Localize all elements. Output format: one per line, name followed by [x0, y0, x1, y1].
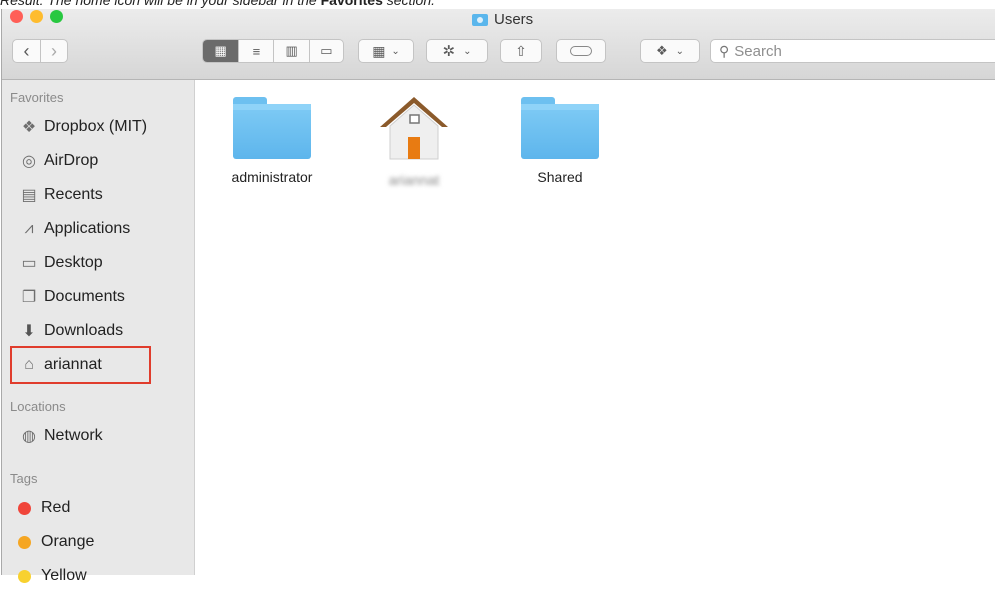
folder-icon — [233, 97, 311, 159]
tags-button[interactable] — [556, 39, 606, 63]
titlebar: Users ‹ › ▦ ≡ ▥ ▭ ▦ ⌄ ✲ ⌄ ⇧ ❖ ⌄ ⚲ Search — [2, 9, 995, 80]
sidebar: Favorites ❖ Dropbox (MIT) ◎ AirDrop ▤ Recen… — [2, 80, 195, 584]
home-folder-icon — [380, 97, 448, 160]
icon-view-button[interactable]: ▦ — [203, 40, 240, 62]
sidebar-item-dropbox[interactable]: ❖ Dropbox (MIT) — [18, 114, 147, 140]
view-mode-control: ▦ ≡ ▥ ▭ — [202, 39, 344, 63]
search-icon: ⚲ — [719, 42, 730, 59]
share-button[interactable]: ⇧ — [500, 39, 542, 63]
chevron-down-icon: ⌄ — [391, 45, 400, 57]
red-tag-icon — [18, 501, 31, 515]
favorites-header: Favorites — [10, 90, 64, 105]
downloads-icon: ⬇ — [22, 323, 36, 340]
list-view-button[interactable]: ≡ — [239, 40, 275, 62]
sidebar-tag-yellow[interactable]: Yellow — [12, 563, 87, 589]
search-placeholder: Search — [734, 42, 782, 60]
folder-icon — [472, 13, 488, 26]
back-forward-control: ‹ › — [12, 39, 68, 63]
recents-icon: ▤ — [21, 187, 37, 204]
minimize-window-button[interactable] — [30, 10, 43, 23]
network-icon: ◍ — [22, 428, 36, 445]
airdrop-icon: ◎ — [22, 153, 36, 170]
group-by-button[interactable]: ▦ ⌄ — [358, 39, 414, 63]
finder-window: Users ‹ › ▦ ≡ ▥ ▭ ▦ ⌄ ✲ ⌄ ⇧ ❖ ⌄ ⚲ Search… — [1, 9, 995, 584]
folder-icon — [521, 97, 599, 159]
close-window-button[interactable] — [10, 10, 23, 23]
sidebar-tag-red[interactable]: Red — [12, 495, 70, 521]
orange-tag-icon — [18, 535, 31, 549]
dropbox-icon: ❖ — [21, 119, 37, 136]
file-item-administrator[interactable]: administrator — [212, 97, 332, 185]
search-field[interactable]: ⚲ Search — [710, 39, 995, 63]
sidebar-item-documents[interactable]: ❐ Documents — [18, 284, 125, 310]
gallery-view-button[interactable]: ▭ — [310, 40, 343, 62]
action-button[interactable]: ✲ ⌄ — [426, 39, 488, 63]
zoom-window-button[interactable] — [50, 10, 63, 23]
sidebar-item-downloads[interactable]: ⬇ Downloads — [18, 318, 123, 344]
tags-header: Tags — [10, 471, 38, 486]
documents-icon: ❐ — [21, 289, 37, 306]
file-item-shared[interactable]: Shared — [500, 97, 620, 185]
sidebar-item-airdrop[interactable]: ◎ AirDrop — [18, 148, 98, 174]
yellow-tag-icon — [18, 569, 31, 583]
dropbox-icon: ❖ — [655, 43, 668, 58]
grid-icon: ▦ — [372, 42, 386, 59]
instruction-caption: Result: The home icon will be in your si… — [0, 0, 436, 8]
tag-icon — [570, 46, 592, 56]
back-button[interactable]: ‹ — [13, 40, 41, 62]
highlight-box — [10, 346, 151, 384]
desktop-icon: ▭ — [21, 255, 37, 272]
locations-header: Locations — [10, 399, 66, 414]
sidebar-item-desktop[interactable]: ▭ Desktop — [18, 250, 102, 276]
column-view-button[interactable]: ▥ — [274, 40, 310, 62]
chevron-down-icon: ⌄ — [463, 45, 472, 57]
gear-icon: ✲ — [442, 43, 456, 60]
chevron-down-icon: ⌄ — [675, 45, 685, 57]
file-item-home-folder[interactable]: ariannat — [354, 93, 474, 188]
dropbox-menu-button[interactable]: ❖ ⌄ — [640, 39, 700, 63]
share-icon: ⇧ — [515, 42, 527, 59]
applications-icon: ⩘ — [24, 220, 34, 237]
sidebar-item-network[interactable]: ◍ Network — [18, 423, 103, 449]
window-title: Users — [472, 11, 533, 28]
sidebar-tag-orange[interactable]: Orange — [12, 529, 94, 555]
sidebar-item-applications[interactable]: ⩘ Applications — [18, 216, 130, 242]
sidebar-item-recents[interactable]: ▤ Recents — [18, 182, 102, 208]
forward-button[interactable]: › — [41, 40, 67, 62]
